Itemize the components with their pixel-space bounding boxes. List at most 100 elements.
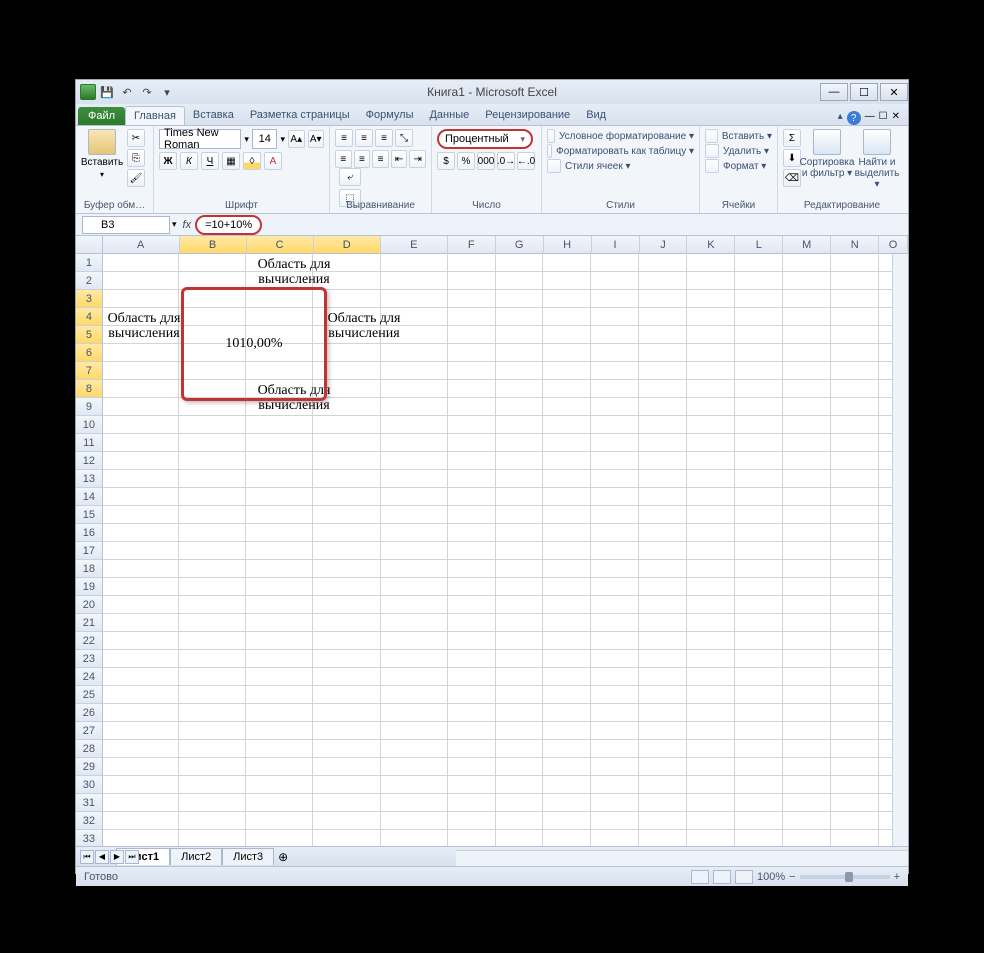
format-cells-button[interactable]: Формат ▾ [705,159,772,173]
cell[interactable] [448,668,496,686]
cell[interactable] [313,794,380,812]
cell[interactable] [543,542,591,560]
cell[interactable] [179,758,246,776]
cell[interactable] [246,488,313,506]
cell[interactable] [591,578,639,596]
cell[interactable] [448,578,496,596]
row-header[interactable]: 25 [76,686,103,704]
cell[interactable] [381,506,448,524]
cell[interactable] [591,470,639,488]
cell[interactable] [543,362,591,380]
cell[interactable] [831,722,879,740]
cell[interactable] [381,794,448,812]
cell[interactable] [496,524,544,542]
row-header[interactable]: 2 [76,272,103,290]
cell[interactable] [496,776,544,794]
cell[interactable] [496,614,544,632]
cell[interactable] [543,506,591,524]
zoom-out-icon[interactable]: − [789,871,795,883]
cell[interactable] [448,812,496,830]
percent-icon[interactable]: % [457,152,475,170]
row-header[interactable]: 22 [76,632,103,650]
cell[interactable] [313,722,380,740]
cell[interactable] [246,812,313,830]
cell[interactable] [496,650,544,668]
align-middle-icon[interactable]: ≡ [355,129,373,147]
row-header[interactable]: 15 [76,506,103,524]
cell[interactable] [496,668,544,686]
cell[interactable] [448,596,496,614]
cell[interactable] [543,434,591,452]
cell[interactable] [448,632,496,650]
cell-styles-button[interactable]: Стили ячеек ▾ [547,159,694,173]
cell[interactable] [313,506,380,524]
cell[interactable] [448,254,496,272]
find-select-button[interactable]: Найти и выделить ▾ [853,129,901,190]
cell[interactable] [735,470,783,488]
row-header[interactable]: 17 [76,542,103,560]
cell[interactable] [381,632,448,650]
cell[interactable] [448,740,496,758]
cell[interactable] [313,488,380,506]
cell[interactable] [687,452,735,470]
row-header[interactable]: 30 [76,776,103,794]
cell[interactable] [831,524,879,542]
cell[interactable] [103,758,180,776]
cell[interactable] [543,614,591,632]
save-icon[interactable]: 💾 [98,84,116,100]
row-header[interactable]: 16 [76,524,103,542]
cell[interactable] [246,830,313,846]
column-header[interactable]: N [831,236,879,254]
sheet-tab[interactable]: Лист2 [170,848,222,865]
cell[interactable] [639,416,687,434]
cell[interactable] [591,794,639,812]
font-name-select[interactable]: Times New Roman [159,129,241,149]
cell[interactable] [735,830,783,846]
cell[interactable] [687,650,735,668]
cell[interactable] [831,542,879,560]
cell[interactable] [179,704,246,722]
cell[interactable] [735,434,783,452]
cell[interactable] [179,632,246,650]
cell[interactable] [103,722,180,740]
row-header[interactable]: 11 [76,434,103,452]
cell[interactable] [639,830,687,846]
cell[interactable] [735,686,783,704]
cell[interactable] [179,596,246,614]
cell[interactable] [246,596,313,614]
cell[interactable] [496,452,544,470]
cell[interactable] [496,362,544,380]
cell[interactable] [783,758,831,776]
row-header[interactable]: 12 [76,452,103,470]
cell[interactable] [381,758,448,776]
column-header[interactable]: H [544,236,592,254]
cell[interactable] [591,740,639,758]
tab-Вставка[interactable]: Вставка [185,106,242,125]
cell[interactable] [381,668,448,686]
cell[interactable] [381,542,448,560]
italic-icon[interactable]: К [180,152,198,170]
row-header[interactable]: 21 [76,614,103,632]
new-sheet-icon[interactable]: ⊕ [278,850,288,864]
cell[interactable] [313,560,380,578]
cell[interactable] [687,686,735,704]
cell[interactable] [591,614,639,632]
cell[interactable] [687,614,735,632]
delete-cells-button[interactable]: Удалить ▾ [705,144,772,158]
cell[interactable] [381,686,448,704]
border-icon[interactable]: ▦ [222,152,240,170]
cell[interactable] [496,560,544,578]
cell[interactable] [687,830,735,846]
cell[interactable] [246,650,313,668]
cell[interactable] [179,776,246,794]
cell[interactable] [246,614,313,632]
cell[interactable] [246,524,313,542]
cell[interactable] [831,794,879,812]
cell[interactable] [783,542,831,560]
cell[interactable] [313,668,380,686]
cell[interactable] [687,326,735,344]
cell[interactable] [831,668,879,686]
grow-font-icon[interactable]: A▴ [288,130,304,148]
cell[interactable] [591,308,639,326]
close-button[interactable]: ✕ [880,83,908,101]
